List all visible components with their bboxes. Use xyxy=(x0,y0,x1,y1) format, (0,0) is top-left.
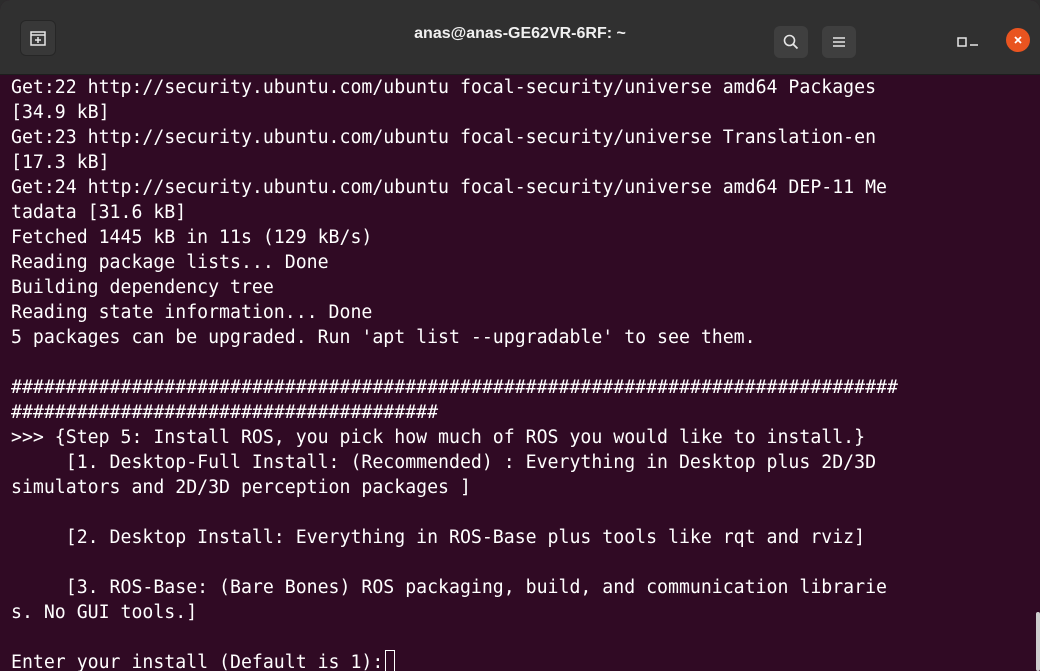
terminal-line: Reading state information... Done xyxy=(11,302,373,323)
terminal-line: >>> {Step 5: Install ROS, you pick how m… xyxy=(11,427,866,448)
terminal-line: [34.9 kB] xyxy=(11,102,110,123)
maximize-icon xyxy=(957,37,967,47)
terminal-line: Get:23 http://security.ubuntu.com/ubuntu… xyxy=(11,127,877,148)
prompt-line[interactable]: Enter your install (Default is 1): xyxy=(11,650,1040,671)
terminal-line: tadata [31.6 kB] xyxy=(11,202,187,223)
search-button[interactable] xyxy=(774,26,808,58)
terminal-line: Get:24 http://security.ubuntu.com/ubuntu… xyxy=(11,177,887,198)
hamburger-menu-icon xyxy=(833,37,845,47)
search-icon xyxy=(783,34,799,50)
close-icon xyxy=(1014,36,1022,44)
terminal-line: simulators and 2D/3D perception packages… xyxy=(11,477,471,498)
terminal-line: Fetched 1445 kB in 11s (129 kB/s) xyxy=(11,227,373,248)
terminal-line: [1. Desktop-Full Install: (Recommended) … xyxy=(11,452,877,473)
terminal-line: [17.3 kB] xyxy=(11,152,110,173)
maximize-button[interactable] xyxy=(948,28,976,56)
terminal-line: 5 packages can be upgraded. Run 'apt lis… xyxy=(11,327,756,348)
terminal-line: Reading package lists... Done xyxy=(11,252,329,273)
terminal-line: ########################################… xyxy=(11,377,898,398)
menu-button[interactable] xyxy=(822,26,856,58)
terminal-line: [3. ROS-Base: (Bare Bones) ROS packaging… xyxy=(11,577,887,598)
scrollbar-thumb[interactable] xyxy=(1036,612,1040,671)
terminal-line: [2. Desktop Install: Everything in ROS-B… xyxy=(11,527,866,548)
window-title: anas@anas-GE62VR-6RF: ~ xyxy=(414,25,626,42)
terminal-window: anas@anas-GE62VR-6RF: ~ Get:22 http://se… xyxy=(0,0,1040,671)
close-button[interactable] xyxy=(1006,28,1030,52)
title-bar[interactable]: anas@anas-GE62VR-6RF: ~ xyxy=(0,0,1040,75)
text-cursor xyxy=(385,650,396,671)
terminal-line: Building dependency tree xyxy=(11,277,274,298)
terminal-output[interactable]: Get:22 http://security.ubuntu.com/ubuntu… xyxy=(0,75,1040,671)
terminal-line: Get:22 http://security.ubuntu.com/ubuntu… xyxy=(11,77,877,98)
install-prompt: Enter your install (Default is 1): xyxy=(11,652,384,671)
terminal-line: ####################################### xyxy=(11,402,439,423)
terminal-line: s. No GUI tools.] xyxy=(11,602,198,623)
